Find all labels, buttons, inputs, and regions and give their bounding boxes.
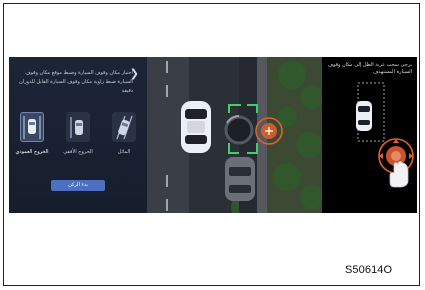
parking-screen: ❯ اختيار مكان وقوف السيارة وضبط موقع مكا… <box>9 57 417 213</box>
rotation-ring <box>224 115 254 145</box>
perpendicular-tile <box>20 112 44 142</box>
instruction-text: اختيار مكان وقوف السيارة وضبط موقع مكان … <box>19 70 133 94</box>
mode-parallel-label: الخروج الأفقي <box>63 149 93 155</box>
mode-angled-label: المائل <box>117 149 131 155</box>
angled-tile <box>112 112 136 142</box>
parallel-tile <box>66 112 90 142</box>
mode-selector: الخروج العمودي الخروج الأفقي المائل <box>15 112 143 160</box>
start-parking-button[interactable]: بدء الركن <box>51 180 105 191</box>
parked-car <box>225 157 255 201</box>
perpendicular-parking-icon <box>23 116 41 139</box>
parallel-parking-icon <box>70 117 83 138</box>
mode-perpendicular-label: الخروج العمودي <box>15 149 49 155</box>
parking-mode-panel: ❯ اختيار مكان وقوف السيارة وضبط موقع مكا… <box>9 57 147 213</box>
mode-parallel[interactable]: الخروج الأفقي <box>61 112 95 160</box>
parking-scene <box>147 57 322 213</box>
drag-hint-illustration <box>356 82 414 188</box>
figure-caption: S50614O <box>345 264 393 276</box>
mode-angled[interactable]: المائل <box>107 112 141 160</box>
angled-parking-icon <box>116 115 133 140</box>
ego-car <box>181 101 211 153</box>
hint-car <box>356 101 372 131</box>
mode-perpendicular[interactable]: الخروج العمودي <box>15 112 49 160</box>
drag-hint-panel: يرجى سحب عربة الظل إلى مكان وقوف السيارة… <box>322 57 417 213</box>
top-down-camera-view <box>147 57 322 213</box>
